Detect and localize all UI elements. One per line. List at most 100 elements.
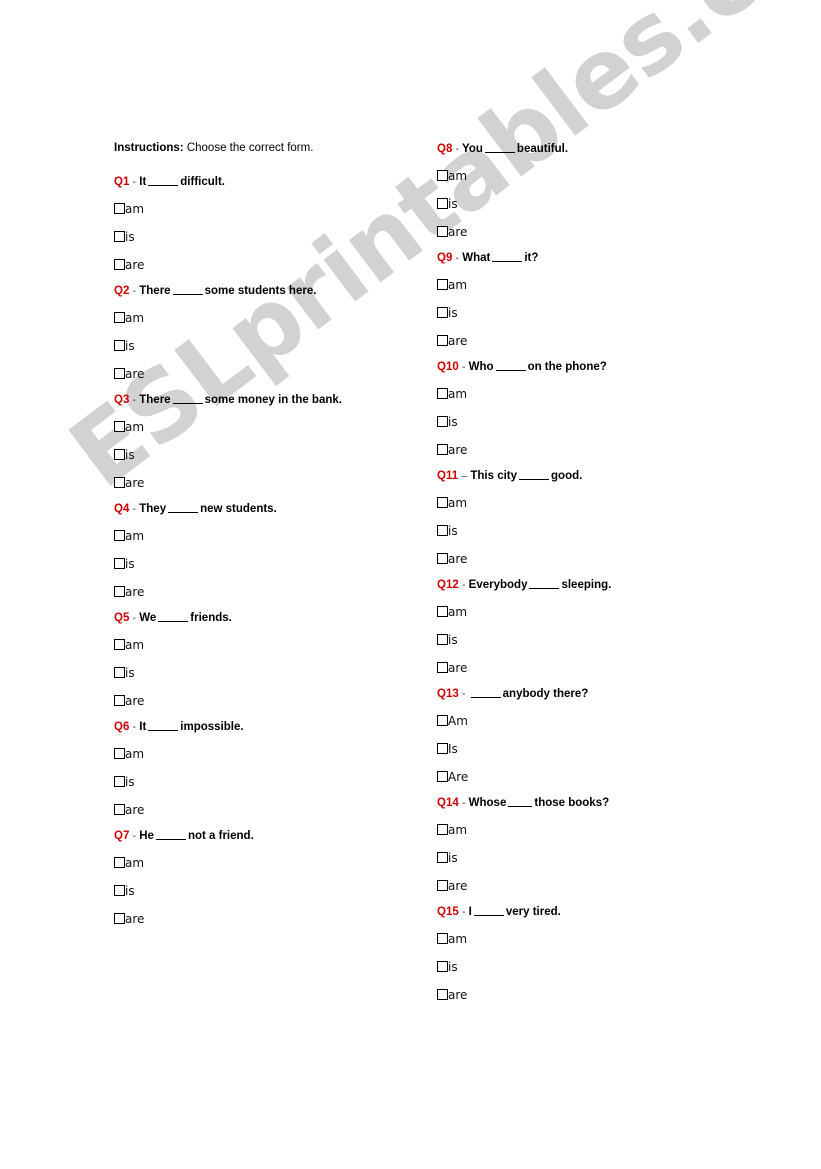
option-row[interactable]: Is — [437, 740, 767, 757]
option-row[interactable]: is — [114, 337, 424, 354]
option-row[interactable]: am — [114, 200, 424, 217]
checkbox-icon[interactable] — [437, 989, 448, 1000]
checkbox-icon[interactable] — [437, 662, 448, 673]
option-row[interactable]: is — [437, 195, 767, 212]
checkbox-icon[interactable] — [114, 421, 125, 432]
answer-blank[interactable] — [470, 688, 501, 698]
option-row[interactable]: are — [437, 877, 767, 894]
checkbox-icon[interactable] — [114, 259, 125, 270]
checkbox-icon[interactable] — [437, 307, 448, 318]
checkbox-icon[interactable] — [114, 586, 125, 597]
answer-blank[interactable] — [508, 797, 533, 807]
checkbox-icon[interactable] — [437, 743, 448, 754]
option-row[interactable]: am — [114, 636, 424, 653]
checkbox-icon[interactable] — [114, 857, 125, 868]
checkbox-icon[interactable] — [437, 198, 448, 209]
checkbox-icon[interactable] — [114, 804, 125, 815]
option-row[interactable]: are — [437, 332, 767, 349]
checkbox-icon[interactable] — [437, 388, 448, 399]
checkbox-icon[interactable] — [114, 368, 125, 379]
option-row[interactable]: am — [437, 930, 767, 947]
option-row[interactable]: am — [114, 854, 424, 871]
option-row[interactable]: is — [437, 958, 767, 975]
option-row[interactable]: are — [114, 256, 424, 273]
checkbox-icon[interactable] — [114, 639, 125, 650]
checkbox-icon[interactable] — [437, 335, 448, 346]
option-row[interactable]: are — [114, 801, 424, 818]
option-row[interactable]: Are — [437, 768, 767, 785]
checkbox-icon[interactable] — [437, 715, 448, 726]
option-row[interactable]: is — [114, 773, 424, 790]
checkbox-icon[interactable] — [114, 913, 125, 924]
checkbox-icon[interactable] — [437, 444, 448, 455]
checkbox-icon[interactable] — [114, 231, 125, 242]
checkbox-icon[interactable] — [437, 880, 448, 891]
checkbox-icon[interactable] — [437, 525, 448, 536]
option-row[interactable]: are — [114, 692, 424, 709]
checkbox-icon[interactable] — [437, 279, 448, 290]
option-row[interactable]: is — [114, 446, 424, 463]
checkbox-icon[interactable] — [437, 606, 448, 617]
option-row[interactable]: Am — [437, 712, 767, 729]
option-row[interactable]: are — [437, 986, 767, 1003]
checkbox-icon[interactable] — [437, 226, 448, 237]
answer-blank[interactable] — [168, 503, 199, 513]
answer-blank[interactable] — [148, 176, 179, 186]
checkbox-icon[interactable] — [114, 776, 125, 787]
checkbox-icon[interactable] — [114, 885, 125, 896]
option-row[interactable]: are — [437, 550, 767, 567]
option-row[interactable]: are — [114, 583, 424, 600]
checkbox-icon[interactable] — [437, 170, 448, 181]
answer-blank[interactable] — [473, 906, 504, 916]
option-row[interactable]: is — [437, 631, 767, 648]
option-row[interactable]: am — [437, 167, 767, 184]
checkbox-icon[interactable] — [114, 748, 125, 759]
checkbox-icon[interactable] — [437, 771, 448, 782]
option-row[interactable]: is — [114, 228, 424, 245]
answer-blank[interactable] — [155, 830, 186, 840]
answer-blank[interactable] — [172, 394, 203, 404]
option-row[interactable]: am — [437, 494, 767, 511]
option-row[interactable]: are — [114, 910, 424, 927]
option-row[interactable]: am — [437, 385, 767, 402]
answer-blank[interactable] — [519, 470, 550, 480]
option-row[interactable]: are — [437, 659, 767, 676]
checkbox-icon[interactable] — [437, 416, 448, 427]
option-row[interactable]: am — [114, 309, 424, 326]
checkbox-icon[interactable] — [114, 449, 125, 460]
option-row[interactable]: are — [114, 365, 424, 382]
checkbox-icon[interactable] — [114, 203, 125, 214]
checkbox-icon[interactable] — [437, 961, 448, 972]
option-row[interactable]: are — [114, 474, 424, 491]
answer-blank[interactable] — [492, 252, 523, 262]
option-row[interactable]: is — [437, 304, 767, 321]
option-row[interactable]: is — [114, 664, 424, 681]
checkbox-icon[interactable] — [437, 553, 448, 564]
checkbox-icon[interactable] — [437, 824, 448, 835]
option-row[interactable]: is — [114, 882, 424, 899]
answer-blank[interactable] — [529, 579, 560, 589]
checkbox-icon[interactable] — [114, 530, 125, 541]
answer-blank[interactable] — [495, 361, 526, 371]
option-row[interactable]: is — [114, 555, 424, 572]
option-row[interactable]: is — [437, 522, 767, 539]
checkbox-icon[interactable] — [114, 667, 125, 678]
option-row[interactable]: am — [437, 821, 767, 838]
option-row[interactable]: am — [437, 276, 767, 293]
checkbox-icon[interactable] — [437, 497, 448, 508]
checkbox-icon[interactable] — [437, 933, 448, 944]
option-row[interactable]: are — [437, 441, 767, 458]
option-row[interactable]: am — [114, 418, 424, 435]
checkbox-icon[interactable] — [437, 852, 448, 863]
option-row[interactable]: is — [437, 849, 767, 866]
checkbox-icon[interactable] — [114, 312, 125, 323]
answer-blank[interactable] — [172, 285, 203, 295]
checkbox-icon[interactable] — [114, 695, 125, 706]
checkbox-icon[interactable] — [114, 477, 125, 488]
checkbox-icon[interactable] — [114, 558, 125, 569]
checkbox-icon[interactable] — [114, 340, 125, 351]
option-row[interactable]: are — [437, 223, 767, 240]
option-row[interactable]: is — [437, 413, 767, 430]
answer-blank[interactable] — [158, 612, 189, 622]
option-row[interactable]: am — [114, 745, 424, 762]
